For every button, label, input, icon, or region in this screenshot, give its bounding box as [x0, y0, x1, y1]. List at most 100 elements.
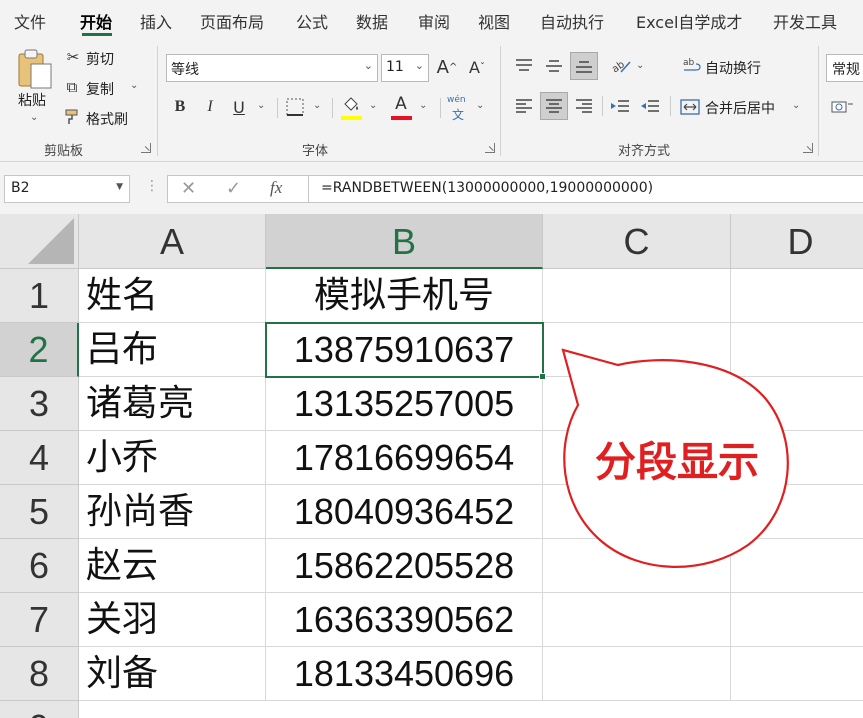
- tab-1[interactable]: 开始: [80, 9, 112, 33]
- merge-center-icon[interactable]: [679, 96, 701, 118]
- phonetic-guide-icon[interactable]: 文: [452, 106, 464, 123]
- increase-indent-icon[interactable]: [638, 94, 662, 118]
- row-header[interactable]: 6: [0, 539, 79, 593]
- format-painter-button[interactable]: 格式刷: [86, 109, 128, 129]
- cell-empty[interactable]: [731, 377, 863, 431]
- worksheet-grid[interactable]: A B C D 1 姓名 模拟手机号 2 吕布 13875910637 3 诸葛亮 1313525700…: [0, 214, 863, 718]
- phonetic-button[interactable]: wén: [447, 95, 466, 105]
- cell-empty[interactable]: [731, 647, 863, 701]
- name-box[interactable]: B2 ▼: [4, 175, 130, 203]
- fill-color-icon[interactable]: [340, 94, 362, 116]
- fill-color-dropdown-icon[interactable]: ⌄: [369, 100, 377, 111]
- cut-button[interactable]: 剪切: [86, 49, 114, 69]
- fill-handle[interactable]: [539, 373, 546, 380]
- tab-8[interactable]: 自动执行: [540, 9, 604, 33]
- cell-phone[interactable]: 16363390562: [266, 593, 543, 647]
- cell-empty[interactable]: [543, 485, 731, 539]
- enter-icon[interactable]: ✓: [226, 178, 241, 199]
- font-size-select[interactable]: 11 ⌄: [381, 54, 429, 82]
- select-all-button[interactable]: [0, 214, 79, 269]
- column-header-d[interactable]: D: [731, 214, 863, 269]
- cell-name[interactable]: 姓名: [79, 269, 266, 323]
- row-header[interactable]: 3: [0, 377, 79, 431]
- tab-5[interactable]: 数据: [356, 9, 388, 33]
- copy-button[interactable]: 复制: [86, 79, 114, 99]
- cell-name[interactable]: 赵云: [79, 539, 266, 593]
- cell-name[interactable]: 关羽: [79, 593, 266, 647]
- cell-phone[interactable]: 13875910637: [266, 323, 543, 377]
- italic-button[interactable]: I: [200, 95, 220, 119]
- row-header[interactable]: 8: [0, 647, 79, 701]
- cell-empty[interactable]: [731, 269, 863, 323]
- bold-button[interactable]: B: [170, 95, 190, 119]
- column-header-a[interactable]: A: [79, 214, 266, 269]
- cell-empty[interactable]: [543, 647, 731, 701]
- tab-6[interactable]: 审阅: [418, 9, 450, 33]
- cell-phone[interactable]: 18040936452: [266, 485, 543, 539]
- cell-phone[interactable]: 13135257005: [266, 377, 543, 431]
- tab-0[interactable]: 文件: [14, 9, 46, 33]
- insert-function-button[interactable]: fx: [270, 178, 282, 198]
- cell-phone[interactable]: 18133450696: [266, 647, 543, 701]
- font-color-button[interactable]: A: [391, 93, 411, 115]
- cell-empty[interactable]: [731, 431, 863, 485]
- formula-input[interactable]: =RANDBETWEEN(13000000000,19000000000): [308, 175, 863, 203]
- paste-icon[interactable]: [16, 48, 54, 90]
- copy-icon[interactable]: ⧉: [63, 77, 81, 97]
- number-format-select[interactable]: 常规: [826, 54, 863, 82]
- cell-empty[interactable]: [731, 323, 863, 377]
- cell-name[interactable]: 刘备: [79, 647, 266, 701]
- merge-center-button[interactable]: 合并后居中: [705, 98, 775, 118]
- cell-empty[interactable]: [543, 431, 731, 485]
- cell-name[interactable]: 小乔: [79, 431, 266, 485]
- scissors-icon[interactable]: ✂: [64, 47, 82, 67]
- row-header[interactable]: 1: [0, 269, 79, 323]
- cell-empty[interactable]: [543, 377, 731, 431]
- cell-phone[interactable]: 15862205528: [266, 539, 543, 593]
- borders-icon[interactable]: [284, 96, 306, 118]
- orientation-dropdown-icon[interactable]: ⌄: [636, 60, 644, 71]
- phonetic-dropdown-icon[interactable]: ⌄: [476, 100, 484, 111]
- decrease-font-size-button[interactable]: Aˇ: [466, 54, 488, 80]
- borders-dropdown-icon[interactable]: ⌄: [313, 100, 321, 111]
- tab-4[interactable]: 公式: [296, 9, 328, 33]
- format-painter-icon[interactable]: [63, 107, 83, 127]
- tab-9[interactable]: Excel自学成才: [636, 9, 742, 33]
- cell-phone[interactable]: 模拟手机号: [266, 269, 543, 323]
- cell-empty[interactable]: [543, 323, 731, 377]
- wrap-text-icon[interactable]: ab: [681, 54, 703, 78]
- cancel-icon[interactable]: ✕: [181, 178, 196, 199]
- align-right-icon[interactable]: [572, 94, 596, 118]
- tab-2[interactable]: 插入: [140, 9, 172, 33]
- cell-empty[interactable]: [731, 539, 863, 593]
- merge-dropdown-icon[interactable]: ⌄: [792, 100, 800, 111]
- tab-7[interactable]: 视图: [478, 9, 510, 33]
- font-name-select[interactable]: 等线 ⌄: [166, 54, 378, 82]
- row-header[interactable]: 7: [0, 593, 79, 647]
- align-center-icon[interactable]: [540, 92, 568, 120]
- clipboard-launcher-icon[interactable]: [141, 143, 151, 153]
- row-header[interactable]: 9: [0, 701, 79, 718]
- font-launcher-icon[interactable]: [485, 143, 495, 153]
- cell-name[interactable]: 吕布: [79, 323, 266, 377]
- accounting-format-icon[interactable]: [830, 96, 854, 118]
- cell-empty[interactable]: [543, 269, 731, 323]
- font-color-dropdown-icon[interactable]: ⌄: [419, 100, 427, 111]
- column-header-b[interactable]: B: [266, 214, 543, 269]
- tab-10[interactable]: 开发工具: [773, 9, 837, 33]
- cell-phone[interactable]: 17816699654: [266, 431, 543, 485]
- align-bottom-icon[interactable]: [570, 52, 598, 80]
- align-middle-icon[interactable]: [542, 54, 566, 78]
- increase-font-size-button[interactable]: A ^: [436, 54, 458, 80]
- align-top-icon[interactable]: [512, 54, 536, 78]
- wrap-text-button[interactable]: 自动换行: [705, 58, 761, 78]
- copy-dropdown-icon[interactable]: ⌄: [130, 80, 138, 91]
- cell-name[interactable]: 孙尚香: [79, 485, 266, 539]
- row-header[interactable]: 2: [0, 323, 79, 377]
- paste-button[interactable]: 粘贴: [18, 90, 46, 110]
- column-header-c[interactable]: C: [543, 214, 731, 269]
- align-left-icon[interactable]: [512, 94, 536, 118]
- row-header[interactable]: 4: [0, 431, 79, 485]
- paste-dropdown-icon[interactable]: ⌄: [30, 112, 38, 123]
- decrease-indent-icon[interactable]: [608, 94, 632, 118]
